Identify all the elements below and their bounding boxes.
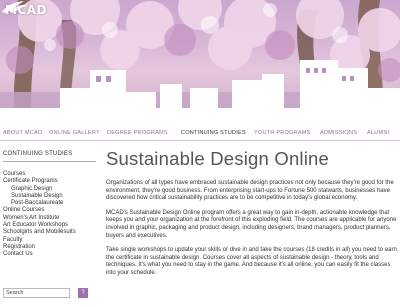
intro-paragraph: Organizations of all types have embraced… [106, 180, 394, 202]
sidebar-item-courses[interactable]: Courses [3, 171, 96, 178]
program-paragraph: MCAD's Sustainable Design Online program… [106, 209, 397, 239]
search-button[interactable]: ? [78, 288, 88, 298]
sidebar: CONTINUING STUDIES Courses Certificate P… [3, 151, 96, 259]
sidebar-item-post-baccalaureate[interactable]: Post-Baccalaureate [3, 200, 96, 207]
sidebar-item-faculty[interactable]: Faculty [3, 237, 96, 244]
nav-admissions[interactable]: ADMISSIONS [320, 130, 357, 136]
search-form: ? [3, 288, 95, 299]
sidebar-title: CONTINUING STUDIES [3, 151, 96, 162]
sidebar-item-womens-art-institute[interactable]: Women's Art Institute [3, 215, 96, 222]
main-navigation: ABOUT MCAD ONLINE GALLERY DEGREE PROGRAM… [0, 127, 400, 141]
sidebar-item-certificate-programs[interactable]: Certificate Programs [3, 178, 96, 185]
nav-degree-programs[interactable]: DEGREE PROGRAMS [107, 130, 168, 136]
banner-bottom-edge [0, 108, 400, 118]
main-content: Sustainable Design Online Organizations … [106, 148, 397, 285]
sidebar-item-contact-us[interactable]: Contact Us [3, 251, 96, 258]
nav-online-gallery[interactable]: ONLINE GALLERY [49, 130, 100, 136]
search-input[interactable] [3, 288, 70, 298]
nav-continuing-studies[interactable]: CONTINUING STUDIES [181, 130, 246, 136]
sidebar-item-registration[interactable]: Registration [3, 244, 96, 251]
sidebar-item-art-educator-workshops[interactable]: Art Educator Workshops [3, 222, 96, 229]
sidebar-item-graphic-design[interactable]: Graphic Design [3, 186, 96, 193]
nav-alumni[interactable]: ALUMNI [367, 130, 389, 136]
sidebar-item-schoolgirls-and-mobilesuits[interactable]: Schoolgirls and Mobilesuits [3, 229, 96, 236]
nav-about-mcad[interactable]: ABOUT MCAD [3, 130, 42, 136]
sidebar-item-sustainable-design[interactable]: Sustainable Design [3, 193, 96, 200]
nav-youth-programs[interactable]: YOUTH PROGRAMS [254, 130, 311, 136]
header-banner: MCAD [0, 0, 400, 118]
courses-paragraph: Take single workshops to update your ski… [106, 247, 397, 276]
blossom-photo-illustration [0, 0, 400, 118]
page-title: Sustainable Design Online [106, 148, 330, 169]
sidebar-item-online-courses[interactable]: Online Courses [3, 207, 96, 214]
leaf-logo-icon [2, 1, 28, 13]
